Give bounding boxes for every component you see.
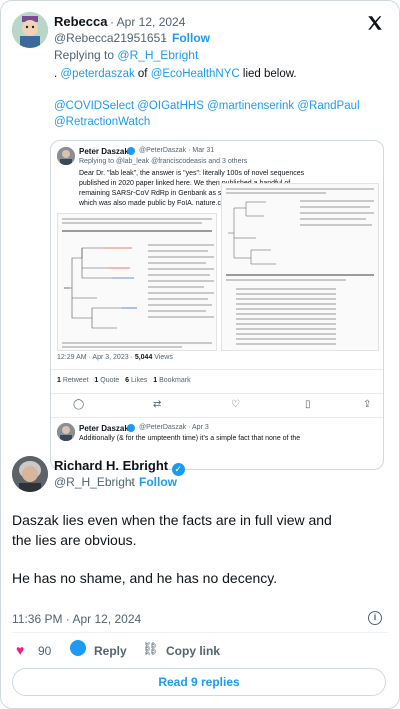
thread-author: Peter Daszak — [79, 424, 129, 433]
views-label: Views — [152, 354, 173, 361]
mention-tags[interactable]: @COVIDSelect @OIGatHHS @martinenserink @… — [54, 98, 360, 114]
document-image-left — [57, 213, 217, 351]
link-icon[interactable]: ⛓ — [142, 641, 159, 657]
tweet-text-line: Daszak lies even when the facts are in f… — [12, 512, 332, 528]
mention-link[interactable]: @EcoHealthNYC — [151, 68, 240, 80]
follow-link[interactable]: Follow — [139, 475, 177, 489]
bookmark-label: Bookmark — [159, 377, 191, 384]
tweet-text: Daszak lies even when the facts are in f… — [12, 510, 392, 588]
text-fragment: of — [134, 68, 151, 80]
mention-tags[interactable]: @RetractionWatch — [54, 114, 150, 130]
info-icon[interactable]: i — [368, 611, 382, 625]
bookmark-icon: ▯ — [305, 399, 311, 410]
reply-icon[interactable] — [70, 640, 86, 656]
likes-count: 6 — [125, 377, 130, 384]
like-count[interactable]: 90 — [38, 644, 51, 658]
retweet-icon: ⇄ — [153, 399, 162, 410]
tweet-text-line: He has no shame, and he has no decency. — [12, 570, 278, 586]
avatar[interactable] — [12, 456, 48, 492]
tweet-date[interactable]: · Apr 12, 2024 — [110, 15, 185, 29]
reply-button[interactable]: Reply — [94, 644, 127, 658]
quote-count: 1 — [94, 377, 99, 384]
follow-link[interactable]: Follow — [172, 31, 210, 45]
view-count: 5,044 — [134, 354, 153, 361]
quoted-author: Peter Daszak — [79, 147, 129, 156]
author-name-text: Richard H. Ebright — [54, 458, 169, 473]
thread-text: Additionally (& for the umpteenth time) … — [79, 435, 301, 442]
quote-label: Quote — [100, 377, 120, 384]
avatar[interactable] — [12, 12, 48, 48]
quoted-text-line: Dear Dr. "lab leak", the answer is "yes"… — [79, 170, 305, 177]
share-icon: ⇪ — [363, 399, 372, 410]
heart-icon[interactable]: ♥ — [16, 642, 24, 658]
copy-link-button[interactable]: Copy link — [166, 644, 220, 658]
like-icon: ♡ — [231, 399, 240, 410]
bookmark-count: 1 — [153, 377, 158, 384]
x-logo-icon[interactable] — [366, 14, 384, 32]
quoted-handle: @PeterDaszak · Mar 31 — [139, 147, 215, 154]
divider — [51, 369, 383, 370]
replying-mention[interactable]: @R_H_Ebright — [117, 48, 198, 62]
author-handle[interactable]: @R_H_Ebright — [54, 475, 135, 489]
divider — [51, 393, 383, 394]
text-fragment: lied below. — [239, 68, 297, 80]
reply-icon: ◯ — [73, 399, 85, 410]
divider — [51, 417, 383, 418]
author-name[interactable]: Rebecca — [54, 14, 107, 29]
likes-label: Likes — [131, 377, 148, 384]
retweet-count: 1 — [57, 377, 61, 384]
avatar — [57, 423, 75, 441]
replying-prefix: Replying to — [54, 48, 115, 62]
attached-image[interactable]: Peter Daszak @PeterDaszak · Mar 31 Reply… — [50, 140, 384, 470]
dot-separator: · — [163, 31, 167, 45]
verified-icon — [127, 147, 135, 155]
dot-separator: · — [130, 475, 134, 489]
document-image-right — [221, 183, 379, 351]
author-name[interactable]: Richard H. Ebright ✓ — [54, 458, 185, 476]
timestamp-text: 12:29 AM · Apr 3, 2023 · — [57, 354, 135, 361]
author-handle[interactable]: @Rebecca21951651 — [54, 31, 167, 45]
tweet-text-line: the lies are obvious. — [12, 532, 137, 548]
read-replies-button[interactable]: Read 9 replies — [12, 668, 386, 696]
mention-link[interactable]: @peterdaszak — [60, 68, 134, 80]
retweet-label: Retweet — [62, 377, 89, 384]
tweet-text-line1: . @peterdaszak of @EcoHealthNYC lied bel… — [54, 66, 297, 82]
avatar — [57, 147, 75, 165]
quoted-stats: 1 Retweet 1 Quote 6 Likes 1 Bookmark — [57, 377, 191, 384]
tweet-timestamp[interactable]: 11:36 PM · Apr 12, 2024 — [12, 612, 141, 626]
action-bar: ♥ 90 Reply ⛓ Copy link — [12, 638, 388, 662]
thread-handle: @PeterDaszak · Apr 3 — [139, 424, 209, 431]
quoted-replying: Replying to @lab_leak @franciscodeasis a… — [79, 158, 248, 165]
quoted-timestamp: 12:29 AM · Apr 3, 2023 · 5,044 Views — [57, 354, 173, 361]
verified-icon — [127, 424, 135, 432]
replying-to: Replying to @R_H_Ebright — [54, 48, 198, 62]
divider — [12, 632, 388, 633]
